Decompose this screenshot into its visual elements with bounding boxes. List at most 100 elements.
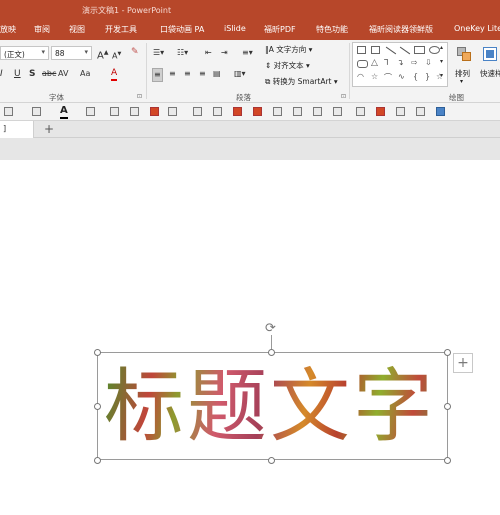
shape-outline-icon[interactable] (32, 107, 41, 116)
tab-pocket-animation[interactable]: 口袋动画 PA (160, 24, 204, 35)
resize-handle-left[interactable] (94, 403, 101, 410)
tab-onekey-lite[interactable]: OneKey Lite (454, 24, 500, 33)
underline-button[interactable]: U (14, 68, 21, 80)
tab-foxit-reader[interactable]: 福昕阅读器领鲜版 (369, 24, 433, 35)
strikethrough-button[interactable]: abc (42, 68, 56, 80)
oval-shape-icon[interactable] (429, 46, 440, 54)
resize-handle-bottom-right[interactable] (444, 457, 451, 464)
distribute-icon[interactable] (356, 107, 365, 116)
tab-foxit-pdf[interactable]: 福昕PDF (264, 24, 296, 35)
align-left-button[interactable]: ≡ (152, 68, 163, 82)
increase-indent-button[interactable]: ⇥ (221, 47, 228, 59)
grid-icon[interactable] (110, 107, 119, 116)
chart-icon[interactable] (333, 107, 342, 116)
tab-features[interactable]: 特色功能 (316, 24, 348, 35)
font-name-select[interactable]: (正文) ▾ (0, 46, 49, 60)
tab-view[interactable]: 视图 (69, 24, 85, 35)
group-objects-icon[interactable] (213, 107, 222, 116)
font-color-button[interactable]: A (111, 67, 118, 81)
quick-styles-button[interactable]: 快速样 (480, 68, 500, 79)
columns-button[interactable]: ▥▾ (234, 68, 246, 80)
clear-format-icon[interactable]: ✎ (131, 46, 139, 58)
chevron-down-icon[interactable]: ▾ (460, 78, 463, 85)
justify-button[interactable]: ≡ (199, 68, 206, 80)
table-icon[interactable] (313, 107, 322, 116)
resize-handle-top-right[interactable] (444, 349, 451, 356)
resize-handle-bottom-left[interactable] (94, 457, 101, 464)
down-arrow-shape-icon[interactable]: ⇩ (425, 58, 432, 67)
triangle-shape-icon[interactable]: △ (371, 58, 378, 68)
eyedropper-icon[interactable] (396, 107, 405, 116)
arrow-shape-icon[interactable] (399, 46, 411, 55)
resize-handle-top-left[interactable] (94, 349, 101, 356)
gallery-more-icon[interactable]: ▾ (440, 70, 443, 82)
textbox-shape-icon[interactable] (357, 46, 366, 54)
slide-canvas[interactable] (0, 160, 500, 515)
curve-shape-icon[interactable]: ◠ (357, 72, 364, 81)
vertical-textbox-shape-icon[interactable] (371, 46, 380, 54)
elbow-connector-icon[interactable]: ⅂ (384, 58, 388, 67)
numbering-button[interactable]: ☷▾ (177, 47, 188, 59)
tab-review[interactable]: 审阅 (34, 24, 50, 35)
brace-right-shape-icon[interactable]: } (425, 72, 430, 81)
italic-button[interactable]: I (0, 68, 3, 80)
font-group-label: 字体 (49, 93, 64, 102)
freeform-shape-icon[interactable]: ∿ (398, 72, 405, 81)
tab-slideshow[interactable]: 放映 (0, 24, 16, 35)
smartart-button[interactable]: ⧉ 转换为 SmartArt ▾ (265, 76, 338, 87)
change-case-button[interactable]: Aa (80, 68, 90, 80)
align-center-button[interactable]: ≡ (169, 68, 176, 80)
swatch-icon[interactable] (168, 107, 177, 116)
highlight-icon[interactable] (86, 107, 95, 116)
align-objects-icon[interactable] (193, 107, 202, 116)
distributed-button[interactable]: ▤ (213, 68, 221, 80)
resize-handle-right[interactable] (444, 403, 451, 410)
gallery-scroll-down-icon[interactable]: ▾ (440, 56, 443, 68)
brace-left-shape-icon[interactable]: { (413, 72, 418, 81)
shapes-gallery[interactable]: △ ⅂ ↴ ⇨ ⇩ ◠ ☆ ⌒ ∿ { } ☆ (352, 42, 448, 87)
delete-icon[interactable] (253, 107, 262, 116)
picture-icon[interactable] (293, 107, 302, 116)
tab-developer[interactable]: 开发工具 (105, 24, 137, 35)
tab-islide[interactable]: iSlide (224, 24, 246, 33)
bullets-button[interactable]: ☰▾ (153, 47, 164, 59)
elbow-arrow-icon[interactable]: ↴ (397, 58, 404, 67)
more-tools-icon[interactable] (436, 107, 445, 116)
slide-title-text[interactable]: 标题文字 (104, 361, 449, 453)
link-icon[interactable] (416, 107, 425, 116)
layout-options-icon[interactable]: + (453, 353, 473, 373)
font-size-select[interactable]: 88 ▾ (51, 46, 92, 60)
right-arrow-shape-icon[interactable]: ⇨ (411, 58, 418, 67)
star-shape-icon[interactable]: ☆ (371, 72, 378, 81)
gallery-scroll-up-icon[interactable]: ▴ (440, 42, 443, 54)
line-shape-icon[interactable] (385, 46, 397, 55)
crop-icon[interactable] (233, 107, 242, 116)
paragraph-dialog-launcher-icon[interactable]: ⊡ (341, 93, 346, 100)
line-spacing-button[interactable]: ≡▾ (242, 47, 253, 59)
rounded-rect-shape-icon[interactable] (357, 60, 368, 68)
rectangle-shape-icon[interactable] (414, 46, 425, 54)
ribbon-tabs: 放映 审阅 视图 开发工具 口袋动画 PA iSlide 福昕PDF 特色功能 … (0, 20, 500, 40)
text-direction-button[interactable]: ‖A 文字方向 ▾ (265, 44, 312, 55)
font-dialog-launcher-icon[interactable]: ⊡ (137, 93, 142, 100)
shrink-font-button[interactable]: A▼ (112, 48, 121, 63)
grow-font-button[interactable]: A▲ (97, 47, 108, 62)
text-fill-icon[interactable]: A (60, 105, 68, 119)
rotate-icon[interactable] (273, 107, 282, 116)
document-tab[interactable]: ] (0, 121, 34, 138)
resize-handle-bottom[interactable] (268, 457, 275, 464)
new-tab-button[interactable]: + (44, 121, 54, 137)
decrease-indent-button[interactable]: ⇤ (205, 47, 212, 59)
format-painter-icon[interactable] (130, 107, 139, 116)
resize-handle-top[interactable] (268, 349, 275, 356)
shape-fill-icon[interactable] (4, 107, 13, 116)
rotate-handle-icon[interactable]: ⟳ (265, 322, 278, 335)
pen-icon[interactable] (376, 107, 385, 116)
title-bar: 演示文稿1 - PowerPoint (0, 0, 500, 20)
color-picker-icon[interactable] (150, 107, 159, 116)
char-spacing-button[interactable]: AV (58, 68, 68, 80)
align-right-button[interactable]: ≡ (184, 68, 191, 80)
align-text-button[interactable]: ⇕ 对齐文本 ▾ (265, 60, 310, 71)
arc-shape-icon[interactable]: ⌒ (384, 72, 392, 83)
shadow-button[interactable]: S (29, 68, 35, 80)
